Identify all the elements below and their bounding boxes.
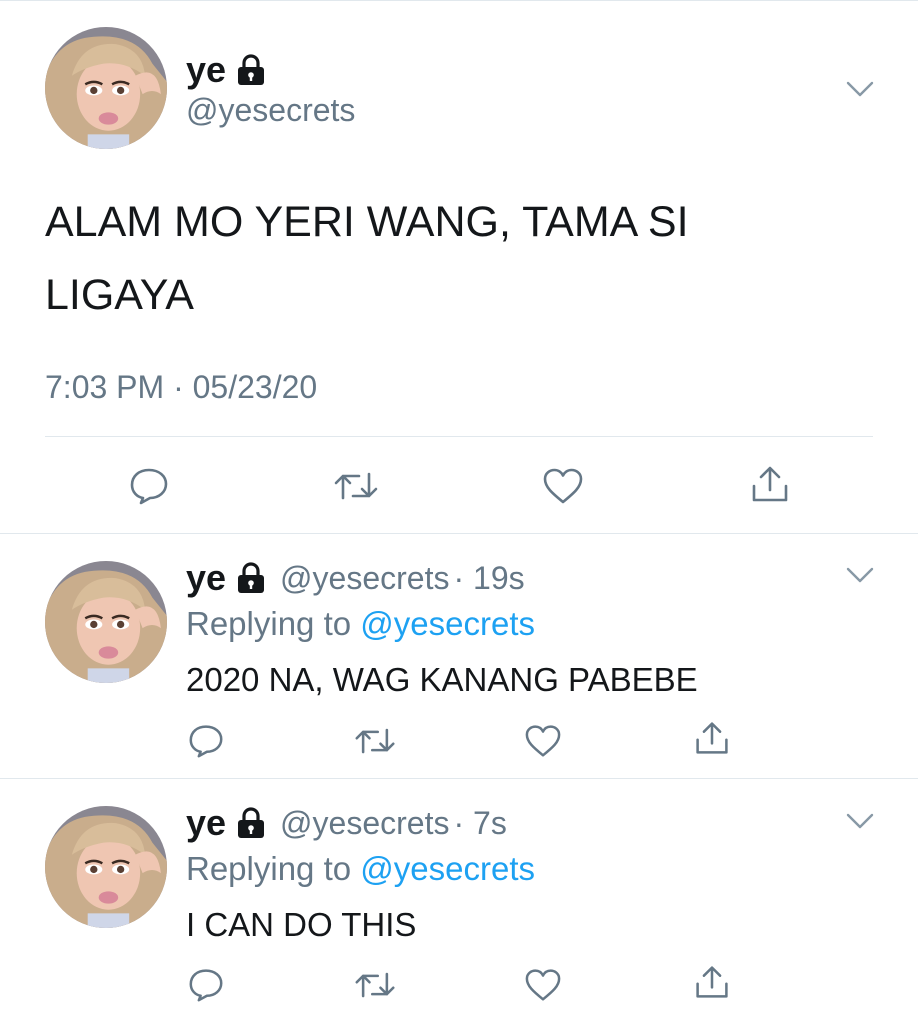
chevron-down-icon[interactable] (846, 80, 874, 98)
replying-to-mention[interactable]: @yesecrets (360, 605, 535, 642)
chevron-down-icon[interactable] (846, 812, 874, 830)
reply-header: ye @yesecrets · 7s (186, 805, 507, 841)
author-handle[interactable]: @yesecrets (280, 807, 449, 839)
replying-to-label: Replying to (186, 850, 352, 887)
avatar[interactable] (45, 561, 167, 683)
chevron-down-icon[interactable] (846, 566, 874, 584)
reply-icon[interactable] (183, 964, 229, 1006)
like-icon[interactable] (520, 720, 566, 762)
tweet-timestamp[interactable]: 7:03 PM · 05/23/20 (45, 369, 317, 406)
author-handle[interactable]: @yesecrets (280, 562, 449, 594)
author-name[interactable]: ye (186, 805, 226, 841)
author-header: ye (186, 52, 266, 88)
avatar[interactable] (45, 806, 167, 928)
reply-time[interactable]: · 19s (453, 562, 524, 594)
lock-icon (236, 562, 266, 594)
replying-to-line: Replying to @yesecrets (186, 607, 535, 640)
like-icon[interactable] (538, 463, 588, 509)
avatar[interactable] (45, 27, 167, 149)
divider (45, 436, 873, 437)
divider (0, 533, 918, 534)
retweet-icon[interactable] (350, 964, 400, 1006)
author-name-row: ye (186, 52, 266, 88)
retweet-icon[interactable] (350, 720, 400, 762)
reply-text: 2020 NA, WAG KANANG PABEBE (186, 661, 698, 698)
lock-icon (236, 54, 266, 86)
lock-icon (236, 807, 266, 839)
top-border (0, 0, 918, 1)
author-name[interactable]: ye (186, 52, 226, 88)
reply-header: ye @yesecrets · 19s (186, 560, 525, 596)
reply-time[interactable]: · 7s (453, 807, 506, 839)
share-icon[interactable] (745, 460, 795, 508)
replying-to-line: Replying to @yesecrets (186, 852, 535, 885)
replying-to-mention[interactable]: @yesecrets (360, 850, 535, 887)
tweet-text: ALAM MO YERI WANG, TAMA SI LIGAYA (45, 198, 689, 319)
divider (0, 778, 918, 779)
share-icon[interactable] (689, 960, 735, 1004)
retweet-icon[interactable] (329, 463, 383, 509)
reply-icon[interactable] (183, 720, 229, 762)
share-icon[interactable] (689, 716, 735, 760)
reply-icon[interactable] (124, 463, 174, 509)
reply-text: I CAN DO THIS (186, 906, 417, 943)
replying-to-label: Replying to (186, 605, 352, 642)
like-icon[interactable] (520, 964, 566, 1006)
author-handle[interactable]: @yesecrets (186, 94, 355, 126)
author-name[interactable]: ye (186, 560, 226, 596)
